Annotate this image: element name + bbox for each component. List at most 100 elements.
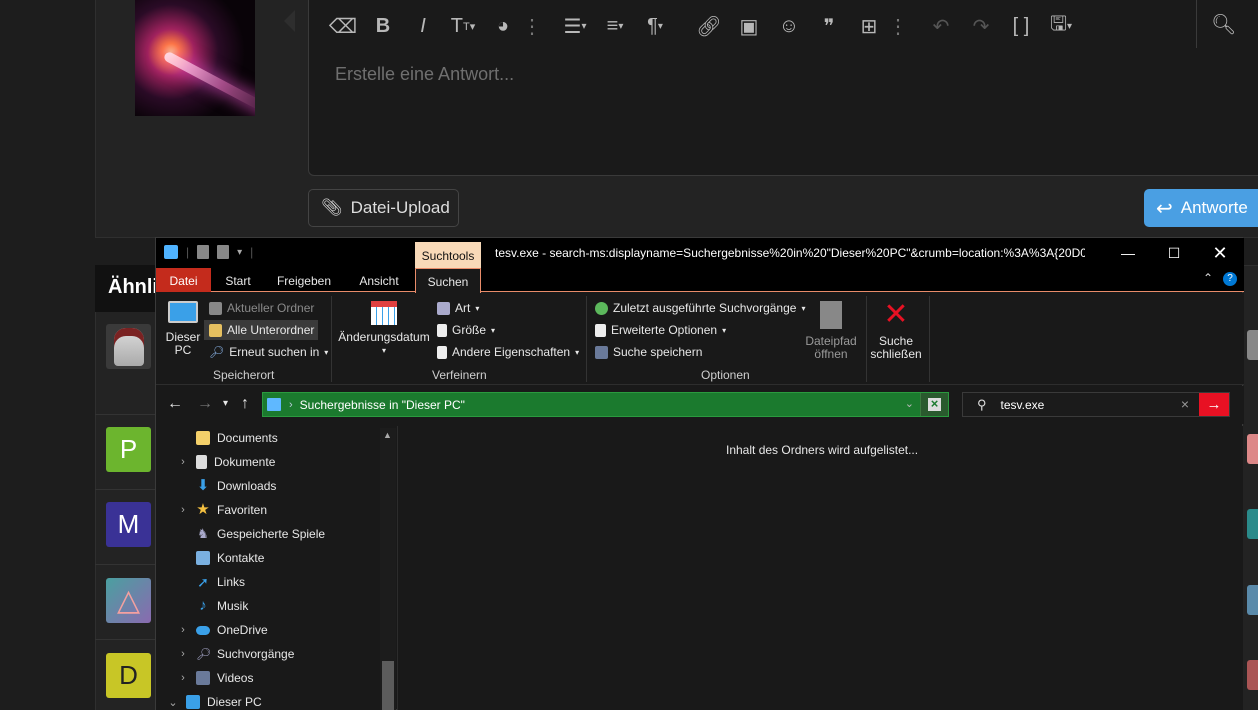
chevron-down-icon[interactable]: ⌄: [905, 397, 914, 410]
nav-item-videos[interactable]: › Videos: [156, 666, 384, 690]
search-input[interactable]: tesv.exe: [1001, 398, 1171, 412]
suche-speichern-button[interactable]: Suche speichern: [595, 345, 702, 359]
avatar[interactable]: P: [106, 427, 151, 472]
erneut-suchen-button[interactable]: 🔎︎ Erneut suchen in ▾: [209, 345, 328, 359]
avatar[interactable]: M: [106, 502, 151, 547]
avatar[interactable]: [1247, 585, 1258, 615]
chevron-right-icon[interactable]: ›: [176, 456, 190, 468]
content-pane[interactable]: Inhalt des Ordners wird aufgelistet...: [398, 426, 1243, 710]
chevron-down-icon[interactable]: ⌄: [166, 696, 180, 709]
art-button[interactable]: Art ▾: [437, 301, 479, 315]
avatar[interactable]: [106, 324, 151, 369]
back-button[interactable]: ←: [167, 395, 183, 413]
paragraph-icon[interactable]: ¶ ▾: [635, 8, 675, 44]
avatar[interactable]: [1247, 660, 1258, 690]
chevron-right-icon[interactable]: ›: [176, 648, 190, 660]
minimize-button[interactable]: —: [1105, 238, 1151, 268]
text-size-icon[interactable]: T T▾: [443, 8, 483, 44]
suche-schliessen-button[interactable]: ✕ Suche schließen: [868, 300, 924, 361]
avatar[interactable]: [1247, 509, 1258, 539]
scrollbar-thumb[interactable]: [382, 661, 394, 710]
close-button[interactable]: ✕: [1197, 238, 1243, 268]
undo-icon[interactable]: ↶: [921, 8, 961, 44]
brackets-icon[interactable]: [ ]: [1001, 8, 1041, 44]
nav-item-dokumente[interactable]: › Dokumente: [156, 450, 384, 474]
maximize-button[interactable]: ☐: [1151, 238, 1197, 268]
scroll-up-icon[interactable]: ▲: [383, 430, 392, 440]
link-icon[interactable]: 🔗︎: [689, 8, 729, 44]
nav-item-links[interactable]: ➚ Links: [156, 570, 384, 594]
quote-icon[interactable]: ❞: [809, 8, 849, 44]
address-bar[interactable]: › Suchergebnisse in "Dieser PC" ⌄ ×: [262, 392, 949, 417]
nav-item-musik[interactable]: ♪ Musik: [156, 594, 384, 618]
nav-item-onedrive[interactable]: › OneDrive: [156, 618, 384, 642]
groesse-button[interactable]: Größe ▾: [437, 323, 495, 337]
dieser-pc-button[interactable]: Dieser PC: [165, 301, 201, 357]
table-icon[interactable]: ⊞: [849, 8, 889, 44]
more-icon[interactable]: ⋮: [522, 8, 542, 44]
post-image[interactable]: [135, 0, 255, 116]
andere-eigenschaften-button[interactable]: Andere Eigenschaften ▾: [437, 345, 579, 359]
nav-item-kontakte[interactable]: Kontakte: [156, 546, 384, 570]
row-divider: [95, 489, 160, 490]
help-icon[interactable]: ?: [1223, 272, 1237, 286]
file-upload-button[interactable]: 📎︎ Datei-Upload: [308, 189, 459, 227]
chevron-right-icon[interactable]: ›: [176, 624, 190, 636]
redo-icon[interactable]: ↷: [961, 8, 1001, 44]
aktueller-ordner-button[interactable]: Aktueller Ordner: [209, 301, 314, 315]
avatar[interactable]: △: [106, 578, 151, 623]
zuletzt-suchvorgaenge-button[interactable]: Zuletzt ausgeführte Suchvorgänge ▾: [595, 301, 805, 315]
new-folder-icon[interactable]: [217, 245, 230, 259]
stop-search-button[interactable]: ×: [920, 393, 948, 416]
reply-placeholder[interactable]: Erstelle eine Antwort...: [335, 64, 514, 85]
group-label-optionen: Optionen: [701, 368, 750, 382]
nav-item-documents[interactable]: Documents: [156, 426, 384, 450]
forward-button[interactable]: →: [197, 395, 213, 413]
eraser-icon[interactable]: ⌫: [323, 8, 363, 44]
tab-freigeben[interactable]: Freigeben: [270, 268, 338, 292]
breadcrumb[interactable]: Suchergebnisse in "Dieser PC": [300, 398, 465, 412]
nav-item-dieser-pc[interactable]: ⌄ Dieser PC: [156, 690, 384, 710]
properties-icon[interactable]: [197, 245, 210, 259]
aenderungsdatum-button[interactable]: Änderungsdatum ▾: [338, 301, 430, 357]
chevron-down-icon[interactable]: ▾: [237, 247, 242, 258]
dateipfad-oeffnen-button[interactable]: Dateipfad öffnen: [801, 301, 861, 361]
avatar[interactable]: [1247, 434, 1258, 464]
clear-search-icon[interactable]: ×: [1181, 396, 1189, 412]
image-icon[interactable]: ▣: [729, 8, 769, 44]
bold-icon[interactable]: B: [363, 8, 403, 44]
search-icon: 🔎︎: [209, 345, 225, 359]
italic-icon[interactable]: I: [403, 8, 443, 44]
more-icon[interactable]: ⋮: [888, 8, 908, 44]
preview-icon[interactable]: 🔍︎: [1196, 0, 1258, 48]
nav-scrollbar[interactable]: ▲: [380, 428, 396, 710]
save-draft-icon[interactable]: 🖫 ▾: [1041, 8, 1081, 44]
align-icon[interactable]: ≡ ▾: [595, 8, 635, 44]
tab-suchen[interactable]: Suchen: [415, 268, 481, 293]
chevron-right-icon[interactable]: ›: [176, 672, 190, 684]
chevron-right-icon[interactable]: ›: [176, 504, 190, 516]
up-button[interactable]: ↑: [241, 395, 249, 413]
nav-item-downloads[interactable]: ⬇ Downloads: [156, 474, 384, 498]
smile-icon[interactable]: ☺: [769, 8, 809, 44]
tab-start[interactable]: Start: [213, 268, 263, 292]
avatar[interactable]: [1247, 330, 1258, 360]
tab-datei[interactable]: Datei: [156, 268, 211, 292]
palette-icon[interactable]: ◕: [483, 8, 523, 44]
tab-ansicht[interactable]: Ansicht: [348, 268, 410, 292]
open-file-location-icon: [820, 301, 842, 329]
erweiterte-optionen-button[interactable]: Erweiterte Optionen ▾: [595, 323, 726, 337]
nav-item-suchvorgaenge[interactable]: › 🔎︎ Suchvorgänge: [156, 642, 384, 666]
avatar[interactable]: D: [106, 653, 151, 698]
title-bar[interactable]: | ▾ | Suchtools tesv.exe - search-ms:dis…: [156, 238, 1244, 271]
nav-item-gespeicherte-spiele[interactable]: ♞ Gespeicherte Spiele: [156, 522, 384, 546]
collapse-ribbon-icon[interactable]: ⌃: [1203, 271, 1213, 285]
alle-unterordner-button[interactable]: Alle Unterordner: [204, 320, 319, 340]
search-go-button[interactable]: →: [1199, 393, 1229, 416]
nav-item-favoriten[interactable]: › ★ Favoriten: [156, 498, 384, 522]
list-icon[interactable]: ☰ ▾: [555, 8, 595, 44]
search-box[interactable]: ⚲ tesv.exe × →: [962, 392, 1230, 417]
recent-locations-button[interactable]: ▾: [223, 398, 228, 409]
reply-editor[interactable]: ⌫ B I T T▾ ◕ ⋮ ☰ ▾ ≡ ▾ ¶ ▾ 🔗︎ ▣ ☺ ❞ ⊞ ⋮ ↶ ↷ …: [308, 0, 1258, 176]
reply-button[interactable]: ↩ Antworte: [1144, 189, 1258, 227]
